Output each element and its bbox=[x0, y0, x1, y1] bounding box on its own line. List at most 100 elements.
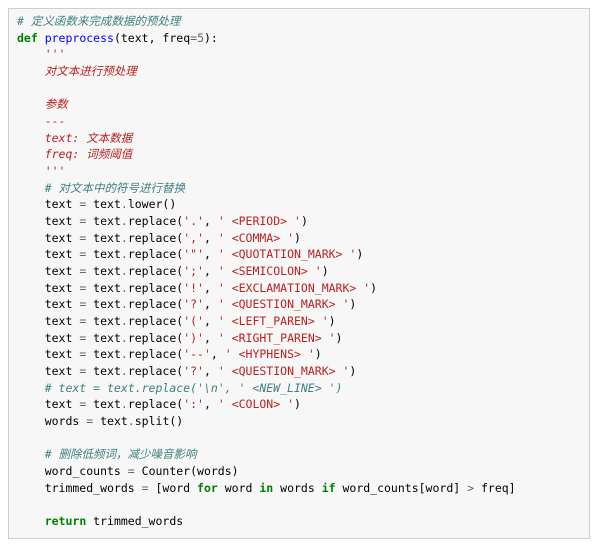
code-line: # 对文本中的符号进行替换 bbox=[17, 180, 581, 197]
string: ';' bbox=[183, 264, 204, 278]
string: ' <RIGHT_PAREN> ' bbox=[218, 331, 336, 345]
code-text: words bbox=[17, 414, 86, 428]
code-text: text bbox=[17, 347, 79, 361]
code-text: text bbox=[17, 247, 79, 261]
code-text: word_counts bbox=[17, 464, 128, 478]
code-text: text bbox=[17, 297, 79, 311]
indent bbox=[17, 447, 45, 461]
code-text: ) bbox=[294, 397, 301, 411]
dot: . bbox=[121, 397, 128, 411]
code-line: trimmed_words = [word for word in words … bbox=[17, 480, 581, 497]
dot: . bbox=[121, 331, 128, 345]
code-text: , bbox=[204, 331, 218, 345]
code-line: word_counts = Counter(words) bbox=[17, 463, 581, 480]
code-text: word bbox=[218, 481, 260, 495]
code-line: text = text.replace('"', ' <QUOTATION_MA… bbox=[17, 246, 581, 263]
code-text: Counter(words) bbox=[135, 464, 239, 478]
code-text: ) bbox=[315, 347, 322, 361]
comment: # text = text.replace('\n', ' <NEW_LINE>… bbox=[17, 381, 342, 395]
code-text: text bbox=[86, 281, 121, 295]
comment: # 对文本中的符号进行替换 bbox=[45, 181, 185, 195]
code-text: text bbox=[86, 197, 121, 211]
code-text: text bbox=[86, 214, 121, 228]
code-text: ) bbox=[329, 314, 336, 328]
code-text: , bbox=[204, 231, 218, 245]
code-line bbox=[17, 430, 581, 447]
keyword-def: def bbox=[17, 31, 38, 45]
dot: . bbox=[121, 314, 128, 328]
code-text: split() bbox=[135, 414, 183, 428]
code-text: replace( bbox=[128, 264, 183, 278]
code-text: [word bbox=[149, 481, 197, 495]
code-text: ): bbox=[204, 31, 218, 45]
dot: . bbox=[121, 214, 128, 228]
code-text: ) bbox=[370, 281, 377, 295]
dot: . bbox=[121, 347, 128, 361]
dot: . bbox=[121, 297, 128, 311]
string: ' <EXCLAMATION_MARK> ' bbox=[218, 281, 370, 295]
string: '(' bbox=[183, 314, 204, 328]
string: ' <PERIOD> ' bbox=[218, 214, 301, 228]
string: ' <QUESTION_MARK> ' bbox=[218, 364, 350, 378]
blank bbox=[17, 431, 45, 445]
code-text: ) bbox=[301, 214, 308, 228]
code-line: text: 文本数据 bbox=[17, 130, 581, 147]
code-line: --- bbox=[17, 113, 581, 130]
code-text: replace( bbox=[128, 364, 183, 378]
indent bbox=[17, 514, 45, 528]
string: ' <COLON> ' bbox=[218, 397, 294, 411]
code-text: text bbox=[86, 331, 121, 345]
code-line: words = text.split() bbox=[17, 413, 581, 430]
dot: . bbox=[121, 364, 128, 378]
code-line: freq: 词频阈值 bbox=[17, 146, 581, 163]
comment: # 定义函数来完成数据的预处理 bbox=[17, 14, 180, 28]
code-line: 参数 bbox=[17, 96, 581, 113]
code-text: word_counts[word] bbox=[336, 481, 468, 495]
string: ' <COMMA> ' bbox=[218, 231, 294, 245]
code-text: ) bbox=[349, 364, 356, 378]
code-text: text bbox=[17, 214, 79, 228]
code-text: text bbox=[86, 347, 121, 361]
code-text: , bbox=[204, 297, 218, 311]
blank bbox=[17, 497, 45, 511]
code-text: replace( bbox=[128, 281, 183, 295]
code-text: ) bbox=[336, 331, 343, 345]
code-line: def preprocess(text, freq=5): bbox=[17, 30, 581, 47]
code-text: , bbox=[204, 397, 218, 411]
number: 5 bbox=[197, 31, 204, 45]
function-name: preprocess bbox=[38, 31, 114, 45]
docstring: 参数 bbox=[17, 97, 68, 111]
dot: . bbox=[121, 281, 128, 295]
code-text: text bbox=[17, 231, 79, 245]
code-text: (text, freq bbox=[114, 31, 190, 45]
docstring bbox=[17, 81, 45, 95]
docstring: text: 文本数据 bbox=[17, 131, 132, 145]
dot: . bbox=[128, 414, 135, 428]
docstring: freq: 词频阈值 bbox=[17, 147, 132, 161]
string: ' <LEFT_PAREN> ' bbox=[218, 314, 329, 328]
code-line: return trimmed_words bbox=[17, 513, 581, 530]
code-line: text = text.replace(')', ' <RIGHT_PAREN>… bbox=[17, 330, 581, 347]
code-text: replace( bbox=[128, 314, 183, 328]
string: ' <HYPHENS> ' bbox=[225, 347, 315, 361]
keyword-for: for bbox=[197, 481, 218, 495]
dot: . bbox=[121, 247, 128, 261]
code-text: text bbox=[17, 197, 79, 211]
code-text: , bbox=[211, 347, 225, 361]
code-text: replace( bbox=[128, 397, 183, 411]
operator: = bbox=[142, 481, 149, 495]
code-line: text = text.replace('.', ' <PERIOD> ') bbox=[17, 213, 581, 230]
dot: . bbox=[121, 197, 128, 211]
docstring: ''' bbox=[17, 164, 65, 178]
string: '?' bbox=[183, 364, 204, 378]
code-line: text = text.replace(';', ' <SEMICOLON> '… bbox=[17, 263, 581, 280]
string: ',' bbox=[183, 231, 204, 245]
code-line: text = text.replace('(', ' <LEFT_PAREN> … bbox=[17, 313, 581, 330]
code-line: text = text.replace('?', ' <QUESTION_MAR… bbox=[17, 296, 581, 313]
keyword-return: return bbox=[45, 514, 87, 528]
code-text: replace( bbox=[128, 347, 183, 361]
string: ' <SEMICOLON> ' bbox=[218, 264, 322, 278]
docstring: 对文本进行预处理 bbox=[17, 64, 137, 78]
code-text: replace( bbox=[128, 247, 183, 261]
string: '.' bbox=[183, 214, 204, 228]
